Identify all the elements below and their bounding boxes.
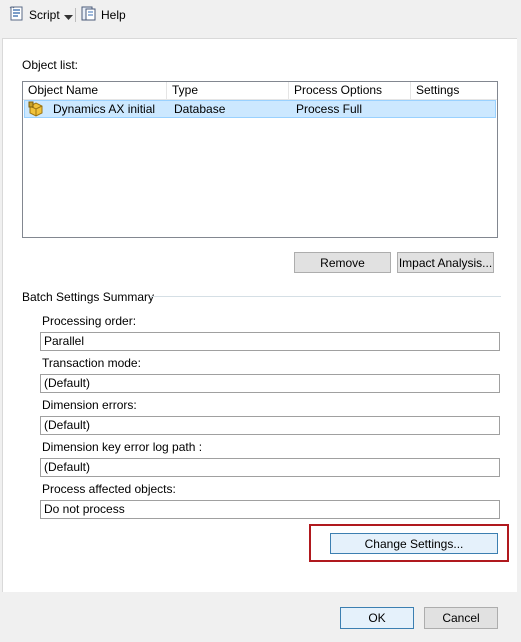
dimension-key-error-log-path-value: (Default) bbox=[40, 458, 500, 477]
transaction-mode-value: (Default) bbox=[40, 374, 500, 393]
help-label: Help bbox=[101, 8, 126, 22]
list-header: Object Name Type Process Options Setting… bbox=[23, 82, 497, 100]
table-row[interactable]: Dynamics AX initial Database Process Ful… bbox=[24, 100, 496, 118]
ok-button[interactable]: OK bbox=[340, 607, 414, 629]
processing-order-value: Parallel bbox=[40, 332, 500, 351]
column-header-type[interactable]: Type bbox=[167, 82, 289, 99]
toolbar-separator bbox=[75, 8, 76, 22]
process-affected-objects-label: Process affected objects: bbox=[42, 482, 176, 496]
row-process-options: Process Full bbox=[296, 102, 363, 116]
remove-button[interactable]: Remove bbox=[294, 252, 391, 273]
script-dropdown[interactable] bbox=[64, 8, 73, 26]
processing-order-label: Processing order: bbox=[42, 314, 137, 328]
dimension-key-error-log-path-label: Dimension key error log path : bbox=[42, 440, 203, 454]
main-panel: Object list: Object Name Type Process Op… bbox=[2, 38, 517, 594]
script-icon bbox=[8, 5, 25, 25]
dimension-errors-label: Dimension errors: bbox=[42, 398, 137, 412]
batch-settings-title: Batch Settings Summary bbox=[22, 290, 155, 304]
transaction-mode-label: Transaction mode: bbox=[42, 356, 141, 370]
help-button[interactable]: Help bbox=[80, 6, 126, 24]
column-header-settings[interactable]: Settings bbox=[411, 82, 497, 99]
object-list-label: Object list: bbox=[22, 58, 79, 72]
dialog-footer: OK Cancel bbox=[0, 592, 521, 642]
column-header-process-options[interactable]: Process Options bbox=[289, 82, 411, 99]
highlight-box bbox=[309, 524, 509, 562]
row-type: Database bbox=[174, 102, 226, 116]
dimension-errors-value: (Default) bbox=[40, 416, 500, 435]
script-button[interactable]: Script bbox=[8, 6, 60, 24]
cancel-button[interactable]: Cancel bbox=[424, 607, 498, 629]
row-object-name: Dynamics AX initial bbox=[53, 102, 156, 116]
help-icon bbox=[80, 5, 97, 25]
group-divider bbox=[151, 296, 501, 297]
object-list[interactable]: Object Name Type Process Options Setting… bbox=[22, 81, 498, 238]
chevron-down-icon bbox=[64, 10, 73, 24]
column-header-object-name[interactable]: Object Name bbox=[23, 82, 167, 99]
impact-analysis-button[interactable]: Impact Analysis... bbox=[397, 252, 494, 273]
script-label: Script bbox=[29, 8, 60, 22]
toolbar: Script Help bbox=[0, 0, 521, 30]
cube-database-icon bbox=[28, 101, 45, 120]
process-affected-objects-value: Do not process bbox=[40, 500, 500, 519]
